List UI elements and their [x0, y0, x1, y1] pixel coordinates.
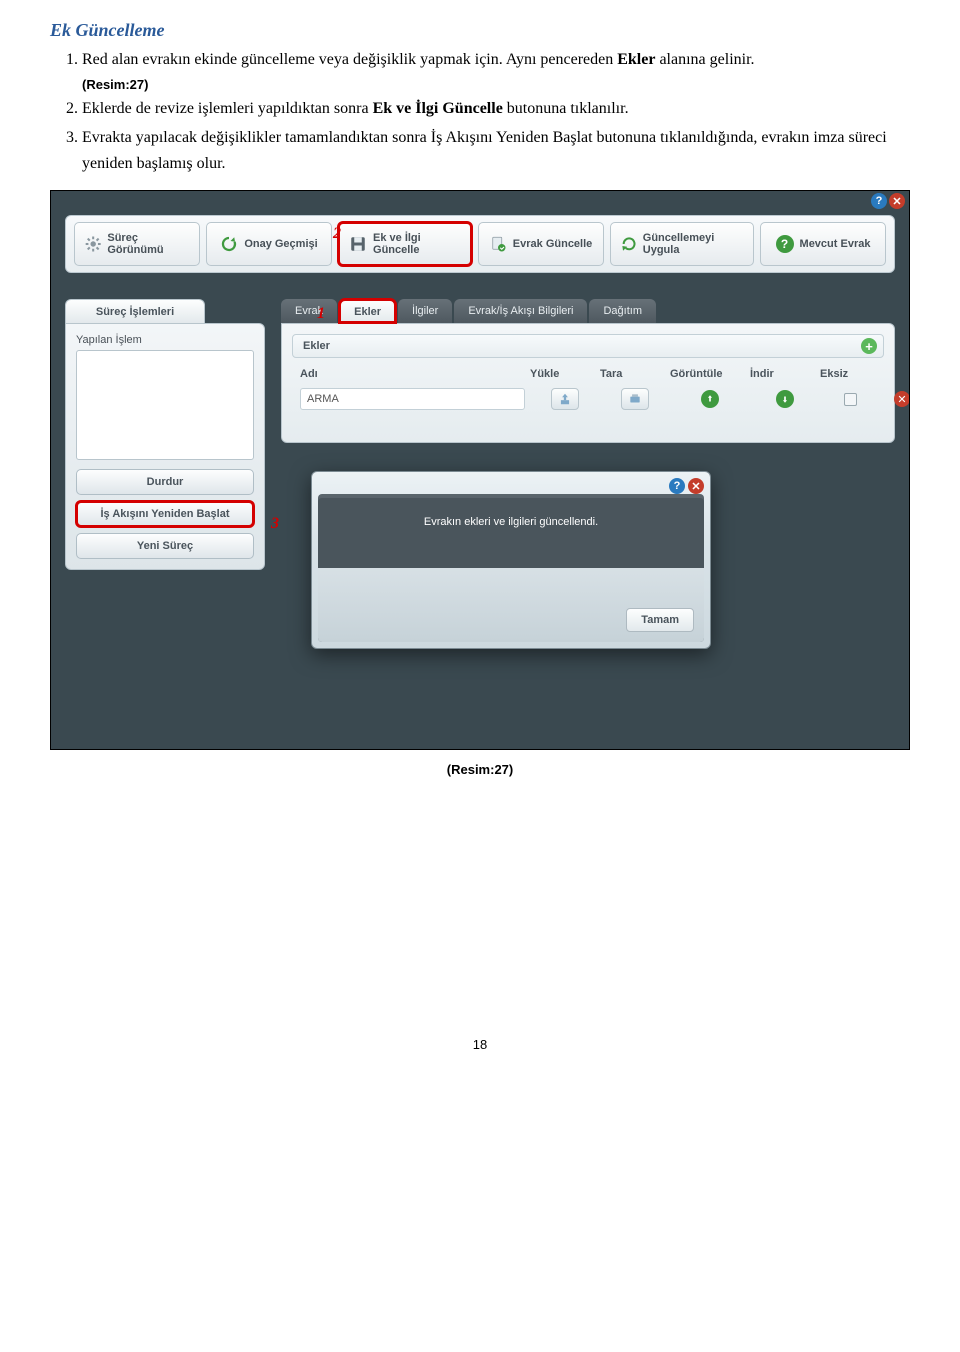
modal-footer: Tamam [318, 568, 704, 642]
current-document-button[interactable]: ? Mevcut Evrak [760, 222, 886, 266]
tab-distribution[interactable]: Dağıtım [589, 299, 656, 323]
button-label: Süreç Görünümü [107, 232, 189, 256]
apply-icon [621, 235, 637, 253]
document-refresh-icon [489, 235, 507, 253]
text: butonuna tıklanılır. [503, 100, 629, 117]
col-scan: Tara [600, 368, 670, 380]
column-headers: Adı Yükle Tara Görüntüle İndir Eksiz [292, 364, 884, 384]
approval-history-button[interactable]: Onay Geçmişi [206, 222, 332, 266]
restart-workflow-button[interactable]: İş Akışını Yeniden Başlat [76, 501, 254, 527]
eksiz-checkbox[interactable] [844, 393, 857, 406]
action-textarea[interactable] [76, 350, 254, 460]
process-view-button[interactable]: Süreç Görünümü [74, 222, 200, 266]
modal-body: Evrakın ekleri ve ilgileri güncellendi. … [318, 494, 704, 642]
help-icon[interactable]: ? [669, 478, 685, 494]
side-panel-tab[interactable]: Süreç İşlemleri [65, 299, 205, 323]
main-area: Evrak Ekler İlgiler Evrak/İş Akışı Bilgi… [281, 299, 895, 443]
modal-controls: ? ✕ [318, 478, 704, 494]
section-title: Ek Güncelleme [50, 20, 910, 41]
scan-button[interactable] [621, 388, 649, 410]
tabstrip: Evrak Ekler İlgiler Evrak/İş Akışı Bilgi… [281, 299, 895, 323]
button-label: Güncellemeyi Uygula [643, 232, 743, 256]
download-button[interactable] [776, 390, 794, 408]
list-item: Red alan evrakın ekinde güncelleme veya … [82, 47, 910, 73]
button-label: Evrak Güncelle [513, 238, 593, 250]
field-label: Yapılan İşlem [76, 334, 254, 346]
close-icon[interactable]: ✕ [688, 478, 704, 494]
confirmation-modal: ? ✕ Evrakın ekleri ve ilgileri güncellen… [311, 471, 711, 649]
button-label: Ek ve İlgi Güncelle [373, 232, 461, 256]
bold-text: Ek ve İlgi Güncelle [373, 100, 503, 117]
new-process-button[interactable]: Yeni Süreç [76, 533, 254, 559]
page-number: 18 [50, 1037, 910, 1052]
list-item: Evrakta yapılacak değişiklikler tamamlan… [82, 125, 910, 176]
view-button[interactable] [701, 390, 719, 408]
tab-ilgiler[interactable]: İlgiler [398, 299, 452, 323]
attachments-header-label: Ekler [303, 340, 330, 352]
text: Eklerde de revize işlemleri yapıldıktan … [82, 100, 373, 117]
callout-1: 1 [317, 305, 325, 323]
main-body: Ekler + Adı Yükle Tara Görüntüle İndir E… [281, 323, 895, 443]
list-item: Eklerde de revize işlemleri yapıldıktan … [82, 96, 910, 122]
screenshot-frame: ? ✕ Süreç Görünümü Onay Geçmişi Ek ve İl… [50, 190, 910, 750]
col-view: Görüntüle [670, 368, 750, 380]
table-row: ✕ [292, 384, 884, 414]
button-label: Mevcut Evrak [800, 238, 871, 250]
callout-2: 2 [333, 225, 341, 243]
side-panel-body: Yapılan İşlem Durdur İş Akışını Yeniden … [65, 323, 265, 570]
button-label: Onay Geçmişi [244, 238, 317, 250]
figure-ref: (Resim:27) [82, 77, 910, 92]
apply-update-button[interactable]: Güncellemeyi Uygula [610, 222, 754, 266]
text: alanına gelinir. [655, 51, 754, 68]
gear-icon [85, 235, 101, 253]
ok-button[interactable]: Tamam [626, 608, 694, 632]
refresh-icon [220, 235, 238, 253]
col-eksiz: Eksiz [820, 368, 880, 380]
add-icon[interactable]: + [861, 338, 877, 354]
stop-button[interactable]: Durdur [76, 469, 254, 495]
toolbar: Süreç Görünümü Onay Geçmişi Ek ve İlgi G… [65, 215, 895, 273]
window-controls: ? ✕ [871, 193, 905, 209]
modal-message: Evrakın ekleri ve ilgileri güncellendi. [318, 498, 704, 568]
save-icon [349, 234, 367, 254]
col-name: Adı [300, 368, 530, 380]
update-document-button[interactable]: Evrak Güncelle [478, 222, 604, 266]
side-panel: Süreç İşlemleri Yapılan İşlem Durdur İş … [65, 299, 265, 570]
tab-workflow-info[interactable]: Evrak/İş Akışı Bilgileri [454, 299, 587, 323]
tab-ekler[interactable]: Ekler [339, 299, 396, 323]
help-icon[interactable]: ? [871, 193, 887, 209]
figure-caption: (Resim:27) [50, 762, 910, 777]
update-attachment-button[interactable]: Ek ve İlgi Güncelle [338, 222, 472, 266]
close-icon[interactable]: ✕ [889, 193, 905, 209]
attachments-header: Ekler + [292, 334, 884, 358]
callout-3: 3 [271, 515, 279, 533]
bold-text: Ekler [617, 51, 655, 68]
question-icon: ? [776, 235, 794, 253]
upload-button[interactable] [551, 388, 579, 410]
text: Red alan evrakın ekinde güncelleme veya … [82, 51, 617, 68]
col-download: İndir [750, 368, 820, 380]
tab-evrak[interactable]: Evrak [281, 299, 337, 323]
col-upload: Yükle [530, 368, 600, 380]
attachment-name-input[interactable] [300, 388, 525, 410]
delete-row-icon[interactable]: ✕ [894, 391, 910, 407]
